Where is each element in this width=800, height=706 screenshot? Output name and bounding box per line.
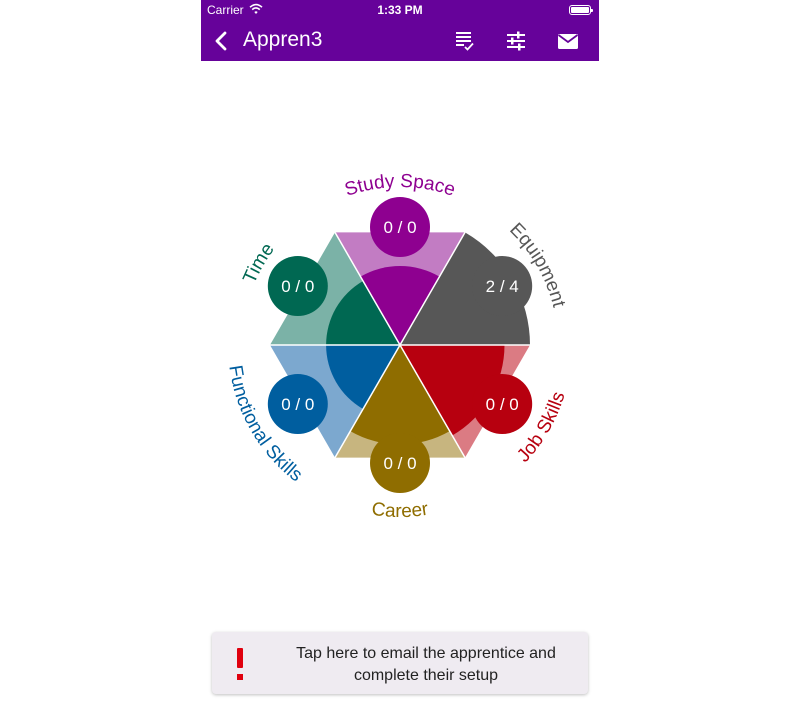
score-text: 0 / 0 [281, 277, 314, 296]
checklist-button[interactable] [454, 30, 476, 52]
score-badge-career[interactable]: 0 / 0 [370, 433, 430, 493]
score-text: 2 / 4 [486, 277, 519, 296]
score-text: 0 / 0 [486, 395, 519, 414]
chevron-left-icon [215, 31, 227, 51]
exclamation-icon [234, 644, 246, 684]
score-text: 0 / 0 [383, 454, 416, 473]
checklist-icon [456, 32, 474, 51]
segment-label-study-space: Study Space [342, 171, 458, 201]
filter-button[interactable] [505, 30, 527, 52]
score-text: 0 / 0 [281, 395, 314, 414]
status-bar: Carrier 1:33 PM [201, 0, 599, 20]
score-badge-job-skills[interactable]: 0 / 0 [472, 374, 533, 434]
setup-email-banner[interactable]: Tap here to email the apprentice and com… [212, 632, 588, 694]
progress-wheel: 0 / 0 2 / 4 0 / 0 0 / 0 0 / 0 0 / 0 Study Spac… [224, 171, 569, 522]
sliders-icon [507, 31, 525, 51]
score-badge-functional-skills[interactable]: 0 / 0 [267, 374, 328, 434]
status-time: 1:33 PM [377, 3, 423, 17]
segment-label-career: Career [370, 499, 430, 522]
banner-text: Tap here to email the apprentice and com… [296, 645, 556, 684]
page-title: Appren3 [243, 28, 323, 51]
phone-screen: Carrier 1:33 PM Appren3 0 / 0 2 / 4 0 / … [201, 0, 599, 706]
score-badge-time[interactable]: 0 / 0 [267, 256, 328, 316]
score-badge-equipment[interactable]: 2 / 4 [472, 256, 533, 316]
back-button[interactable] [213, 30, 229, 52]
email-button[interactable] [557, 30, 579, 52]
navigation-bar: Appren3 [201, 20, 599, 61]
score-badge-study-space[interactable]: 0 / 0 [370, 197, 430, 257]
mail-icon [557, 34, 579, 49]
battery-icon [569, 5, 593, 15]
score-text: 0 / 0 [383, 218, 416, 237]
